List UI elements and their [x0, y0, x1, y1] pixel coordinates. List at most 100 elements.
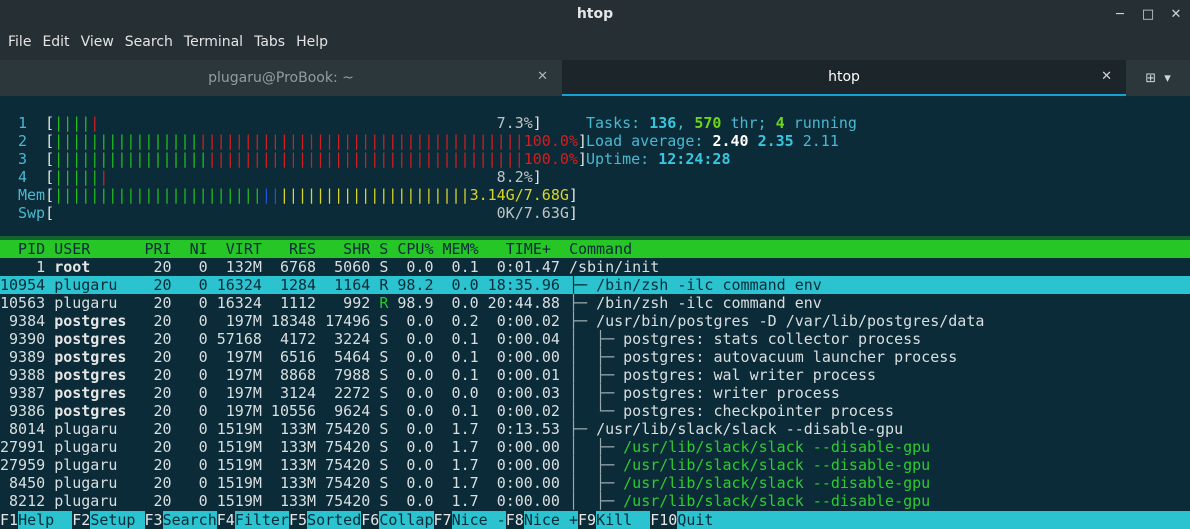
process-usage: 0.0 0.1 0:00.01	[388, 366, 569, 384]
threads-count: 570	[694, 114, 722, 132]
process-row[interactable]: 27991 plugaru 20 0 1519M 133M 75420 S 0.…	[0, 438, 1190, 456]
minimize-icon[interactable]: ─	[1106, 7, 1134, 22]
fkey-f10[interactable]: F10	[650, 511, 678, 529]
process-user: plugaru	[54, 438, 136, 456]
process-state: S	[379, 384, 389, 402]
process-row[interactable]: 9386 postgres 20 0 197M 10556 9624 S 0.0…	[0, 402, 1190, 420]
fkey-f4[interactable]: F4	[216, 511, 235, 529]
fkey-f2[interactable]: F2	[72, 511, 91, 529]
tab-close-icon[interactable]: ✕	[537, 69, 548, 84]
maximize-icon[interactable]: □	[1134, 7, 1162, 22]
process-row[interactable]: 8014 plugaru 20 0 1519M 133M 75420 S 0.0…	[0, 420, 1190, 438]
tasks-label: Tasks:	[586, 114, 650, 132]
process-state: R	[379, 294, 389, 312]
process-tree-branch: │ ├─	[568, 366, 624, 384]
fkey-f1[interactable]: F1	[0, 511, 19, 529]
function-key-bar: F1 Help F2 Setup F3 Search F4 Filter F5 Sorted F…	[0, 511, 1190, 529]
menu-terminal[interactable]: Terminal	[180, 34, 250, 50]
process-row[interactable]: 9387 postgres 20 0 197M 3124 2272 S 0.0 …	[0, 384, 1190, 402]
mem-bar-cache: |||||||||||||||||||||	[279, 186, 470, 204]
mem-meter-label: Mem	[18, 186, 46, 204]
fkey-f6[interactable]: F6	[361, 511, 380, 529]
load-label: Load average:	[586, 132, 713, 150]
process-user: postgres	[54, 402, 136, 420]
tab-label: htop	[828, 69, 860, 85]
process-command: postgres: stats collector process	[623, 330, 922, 348]
fkey-label[interactable]: Collap	[379, 511, 434, 529]
process-usage: 0.0 0.0 0:00.03	[388, 384, 569, 402]
process-resources: 20 0 197M 3124 2272	[135, 384, 380, 402]
fkey-label[interactable]: Quit	[677, 511, 732, 529]
process-command: /usr/lib/slack/slack --disable-gpu	[596, 420, 904, 438]
cpu-bar-user: |||||	[54, 168, 100, 186]
menu-bar: File Edit View Search Terminal Tabs Help	[0, 28, 1190, 56]
new-tab-button[interactable]: ⊞ ▾	[1126, 60, 1190, 96]
tab-plugaru[interactable]: plugaru@ProBook: ~ ✕	[0, 60, 562, 96]
process-row[interactable]: 9384 postgres 20 0 197M 18348 17496 S 0.…	[0, 312, 1190, 330]
process-resources: 20 0 197M 10556 9624	[135, 402, 380, 420]
fkey-label[interactable]: Help	[18, 511, 73, 529]
menu-tabs[interactable]: Tabs	[250, 34, 292, 50]
process-resources: 20 0 1519M 133M 75420	[135, 456, 380, 474]
uptime: Uptime: 12:24:28	[586, 150, 731, 168]
fkey-label[interactable]: Search	[162, 511, 217, 529]
fkey-f3[interactable]: F3	[144, 511, 163, 529]
tab-close-icon[interactable]: ✕	[1101, 69, 1112, 84]
cpu-bar-system: |||||||||||||||||||||||||||||||||||	[207, 150, 524, 168]
cpu-meter-value: 8.2%	[496, 168, 533, 186]
running-count: 4	[775, 114, 785, 132]
menu-search[interactable]: Search	[121, 34, 180, 50]
fkey-label[interactable]: Kill	[596, 511, 651, 529]
fkey-f8[interactable]: F8	[505, 511, 524, 529]
menu-help[interactable]: Help	[292, 34, 335, 50]
new-tab-icon: ⊞	[1145, 70, 1157, 86]
terminal-view[interactable]: 1 [||||| 7.3%] 2 [|||||||||||||||||||||||…	[0, 96, 1190, 529]
fkey-label[interactable]: Sorted	[307, 511, 362, 529]
process-row[interactable]: 8212 plugaru 20 0 1519M 133M 75420 S 0.0…	[0, 492, 1190, 510]
process-state: S	[379, 258, 389, 276]
process-command: postgres: autovacuum launcher process	[623, 348, 958, 366]
fkey-label[interactable]: Setup	[90, 511, 145, 529]
process-row[interactable]: 10954 plugaru 20 0 16324 1284 1164 R 98.…	[0, 276, 1190, 294]
mem-meter-value: 3.14G/7.68G	[469, 186, 569, 204]
process-usage: 0.0 0.1 0:01.47	[388, 258, 569, 276]
tab-menu-chevron-icon[interactable]: ▾	[1164, 71, 1171, 86]
process-row[interactable]: 8450 plugaru 20 0 1519M 133M 75420 S 0.0…	[0, 474, 1190, 492]
process-resources: 20 0 132M 6768 5060	[135, 258, 380, 276]
process-row[interactable]: 27959 plugaru 20 0 1519M 133M 75420 S 0.…	[0, 456, 1190, 474]
close-icon[interactable]: ✕	[1162, 7, 1190, 22]
process-row[interactable]: 9389 postgres 20 0 197M 6516 5464 S 0.0 …	[0, 348, 1190, 366]
process-tree-branch: │ ├─	[568, 438, 624, 456]
process-row[interactable]: 9388 postgres 20 0 197M 8868 7988 S 0.0 …	[0, 366, 1190, 384]
fkey-f9[interactable]: F9	[578, 511, 597, 529]
fkey-f5[interactable]: F5	[289, 511, 308, 529]
process-row[interactable]: 9390 postgres 20 0 57168 4172 3224 S 0.0…	[0, 330, 1190, 348]
process-user: postgres	[54, 384, 136, 402]
process-usage: 0.0 0.1 0:00.04	[388, 330, 569, 348]
cpu-meter-value: 7.3%	[496, 114, 533, 132]
process-table-header[interactable]: PID USER PRI NI VIRT RES SHR S CPU% MEM%…	[0, 240, 1190, 258]
menu-edit[interactable]: Edit	[38, 34, 76, 50]
process-user: postgres	[54, 312, 136, 330]
fkey-label[interactable]: Nice +	[523, 511, 578, 529]
fkey-f7[interactable]: F7	[433, 511, 452, 529]
menu-file[interactable]: File	[4, 34, 38, 50]
menu-view[interactable]: View	[77, 34, 121, 50]
process-user: plugaru	[54, 276, 136, 294]
process-resources: 20 0 16324 1284 1164	[135, 276, 380, 294]
load-15: 2.11	[802, 132, 839, 150]
process-pid: 8450	[0, 474, 55, 492]
process-usage: 0.0 1.7 0:00.00	[388, 438, 569, 456]
tasks-count: 136	[649, 114, 677, 132]
process-usage: 0.0 0.1 0:00.00	[388, 348, 569, 366]
fkey-label[interactable]: Filter	[234, 511, 289, 529]
fkey-label[interactable]: Nice -	[451, 511, 506, 529]
process-row[interactable]: 10563 plugaru 20 0 16324 1112 992 R 98.9…	[0, 294, 1190, 312]
process-usage: 0.0 0.1 0:00.02	[388, 402, 569, 420]
cpu-bar-user: |||||||||||||||||	[54, 150, 208, 168]
process-row[interactable]: 1 root 20 0 132M 6768 5060 S 0.0 0.1 0:0…	[0, 258, 1190, 276]
tab-htop[interactable]: htop ✕	[562, 60, 1126, 96]
process-pid: 9384	[0, 312, 55, 330]
cpu-bar-user: ||||	[54, 114, 91, 132]
cpu-bar-system: |	[90, 114, 100, 132]
